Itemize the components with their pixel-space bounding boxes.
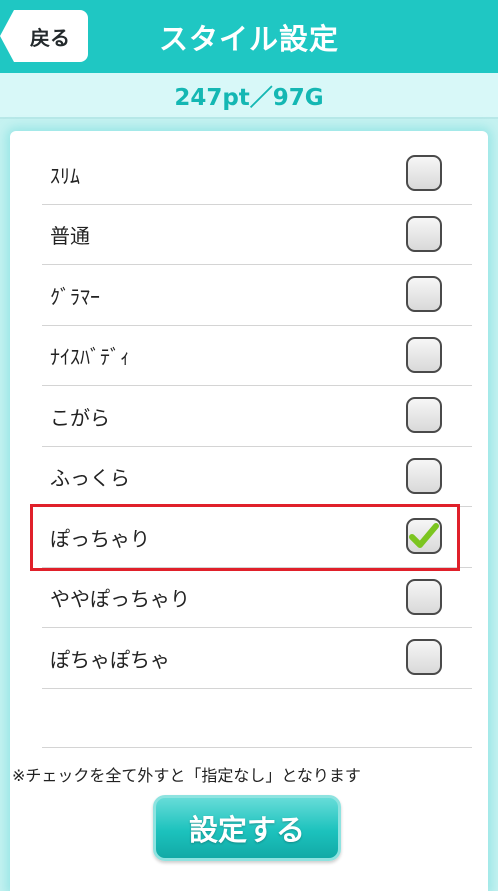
option-checkbox[interactable] <box>406 578 442 615</box>
option-row[interactable]: ﾅｲｽﾊﾞﾃﾞｨ <box>42 326 472 386</box>
divider <box>42 747 472 748</box>
option-label: ﾅｲｽﾊﾞﾃﾞｨ <box>50 345 130 369</box>
back-button[interactable]: 戻る <box>0 10 88 62</box>
option-row[interactable]: ふっくら <box>42 447 472 507</box>
option-row[interactable]: 普通 <box>42 205 472 265</box>
option-row[interactable]: ｸﾞﾗﾏｰ <box>42 265 472 326</box>
option-label: こがら <box>50 405 110 430</box>
checkmark-icon <box>409 523 439 548</box>
option-row[interactable]: ぽちゃぽちゃ <box>42 628 472 689</box>
option-label: ぽちゃぽちゃ <box>50 647 170 672</box>
option-row-selected[interactable]: ぽっちゃり <box>42 507 472 568</box>
option-label: ｽﾘﾑ <box>50 163 80 188</box>
option-checkbox[interactable] <box>406 155 442 191</box>
option-checkbox[interactable] <box>406 215 442 252</box>
header-bar: スタイル設定 戻る <box>0 0 498 73</box>
style-option-list: ｽﾘﾑ 普通 ｸﾞﾗﾏｰ ﾅｲｽﾊﾞﾃﾞｨ こがら ふっくら ぽっちゃり ややぽ… <box>42 144 472 689</box>
points-display: 247pt／97G <box>0 73 498 119</box>
option-label: 普通 <box>50 224 90 248</box>
option-label: ｸﾞﾗﾏｰ <box>50 284 100 309</box>
option-row[interactable]: ややぽっちゃり <box>42 568 472 628</box>
option-row[interactable]: こがら <box>42 386 472 447</box>
option-checkbox[interactable] <box>406 397 442 433</box>
option-checkbox[interactable] <box>406 336 442 373</box>
submit-button[interactable]: 設定する <box>153 795 341 861</box>
option-label: ぽっちゃり <box>50 526 150 551</box>
option-checkbox[interactable] <box>406 276 442 312</box>
option-checkbox[interactable] <box>406 457 442 494</box>
option-label: ややぽっちゃり <box>50 587 190 611</box>
help-note: ※チェックを全て外すと「指定なし」となります <box>12 766 361 785</box>
option-label: ふっくら <box>50 466 130 490</box>
option-row[interactable]: ｽﾘﾑ <box>42 144 472 205</box>
option-checkbox[interactable] <box>406 639 442 675</box>
option-checkbox-checked[interactable] <box>406 518 442 554</box>
